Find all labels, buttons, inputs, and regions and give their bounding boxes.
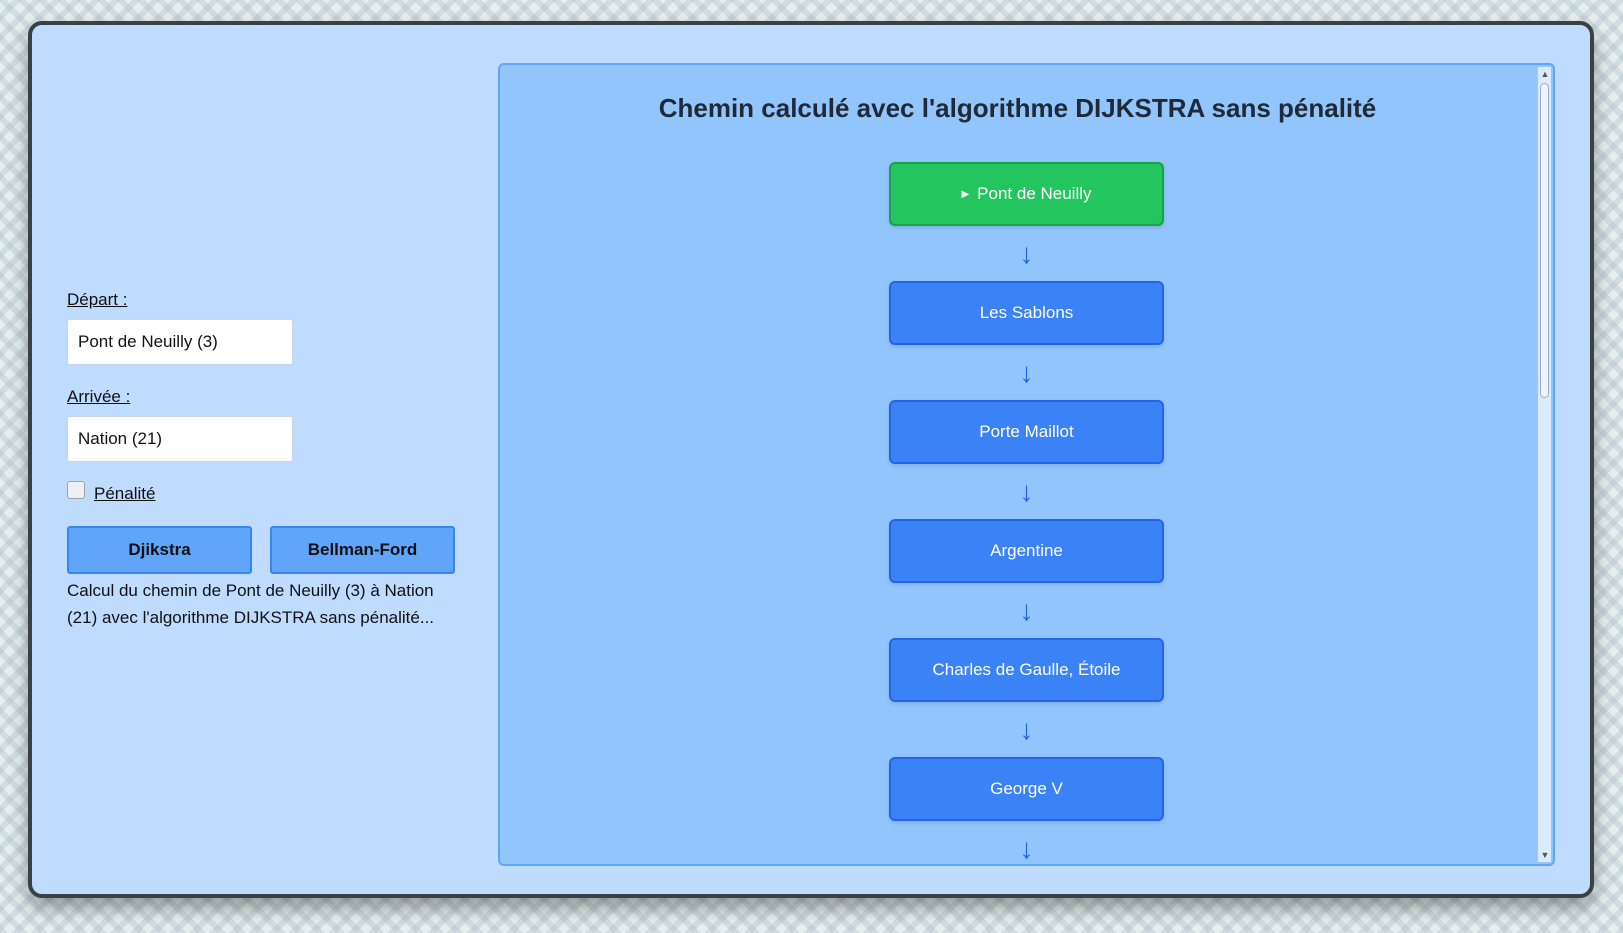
station-label: George V: [990, 779, 1063, 798]
result-panel[interactable]: Chemin calculé avec l'algorithme DIJKSTR…: [498, 63, 1555, 866]
station-label: Les Sablons: [979, 303, 1074, 322]
penalty-checkbox[interactable]: [67, 481, 85, 499]
status-message: Calcul du chemin de Pont de Neuilly (3) …: [67, 581, 435, 627]
arrow-down-icon: ↓: [1019, 356, 1034, 388]
vertical-scrollbar[interactable]: ▲ ▼: [1537, 67, 1551, 862]
station: Les Sablons: [889, 281, 1164, 345]
play-icon: ▶: [961, 188, 970, 200]
result-title: Chemin calculé avec l'algorithme DIJKSTR…: [658, 93, 1377, 123]
arrow-down-icon: ↓: [1019, 832, 1034, 864]
station-label: Porte Maillot: [979, 422, 1074, 441]
arrow-down-icon: ↓: [1019, 594, 1034, 626]
arrow-down-icon: ↓: [1019, 713, 1034, 745]
algorithm-buttons: Djikstra Bellman-Ford: [67, 526, 467, 574]
dijkstra-button[interactable]: Djikstra: [67, 526, 252, 574]
arrival-label: Arrivée :: [67, 387, 131, 406]
station: George V: [889, 757, 1164, 821]
departure-label: Départ :: [67, 290, 128, 309]
route-form: Départ : Arrivée : Pénalité Djikstra Bel…: [67, 290, 467, 631]
station: Charles de Gaulle, Étoile: [889, 638, 1164, 702]
station: Porte Maillot: [889, 400, 1164, 464]
scrollbar-thumb[interactable]: [1540, 83, 1549, 398]
station-label: Argentine: [990, 541, 1063, 560]
arrival-input[interactable]: [67, 416, 293, 462]
station-start: ▶ Pont de Neuilly: [889, 162, 1164, 226]
penalty-label[interactable]: Pénalité: [94, 484, 155, 504]
station-label: Pont de Neuilly: [977, 184, 1092, 203]
app-window: Départ : Arrivée : Pénalité Djikstra Bel…: [28, 21, 1594, 898]
departure-input[interactable]: [67, 319, 293, 365]
arrow-down-icon: ↓: [1019, 475, 1034, 507]
scroll-up-icon[interactable]: ▲: [1538, 67, 1552, 81]
station-label: Charles de Gaulle, Étoile: [932, 660, 1121, 679]
path-list: ▶ Pont de Neuilly ↓ Les Sablons ↓ Porte …: [889, 162, 1164, 864]
arrow-down-icon: ↓: [1019, 237, 1034, 269]
bellman-ford-button[interactable]: Bellman-Ford: [270, 526, 455, 574]
station: Argentine: [889, 519, 1164, 583]
scroll-down-icon[interactable]: ▼: [1538, 848, 1552, 862]
penalty-option: Pénalité: [67, 481, 467, 506]
